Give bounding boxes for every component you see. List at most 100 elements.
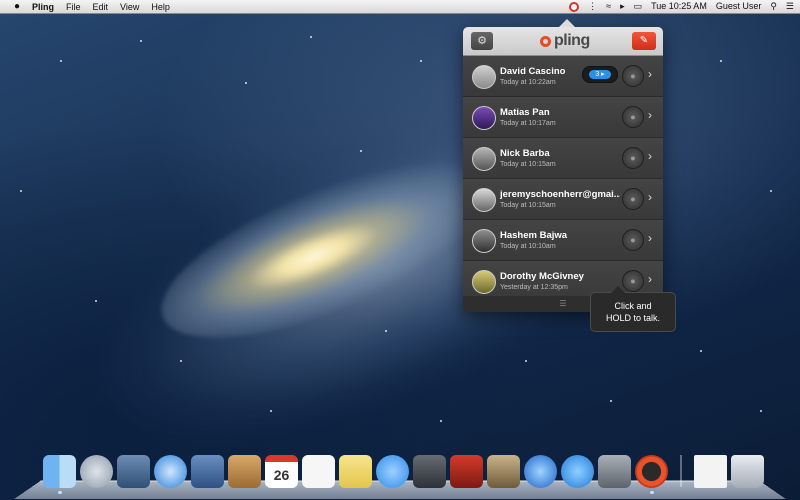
apple-menu-icon[interactable]: ● <box>10 0 24 13</box>
star <box>525 360 527 362</box>
running-indicator <box>650 491 654 494</box>
push-to-talk-button[interactable]: ● <box>622 270 644 292</box>
menu-file[interactable]: File <box>66 2 81 12</box>
bluetooth-icon[interactable]: ⋮ <box>588 0 597 13</box>
contact-row[interactable]: David Cascino Today at 10:22am 3 ▸ ● › <box>463 56 663 97</box>
dock: 26 <box>43 455 764 494</box>
star <box>440 420 442 422</box>
contact-time: Today at 10:15am <box>500 161 556 168</box>
star <box>245 82 247 84</box>
avatar <box>472 147 496 171</box>
pling-status-icon[interactable] <box>569 1 580 12</box>
contact-row[interactable]: Nick Barba Today at 10:15am ● › <box>463 138 663 179</box>
logo-text: pling <box>554 32 590 49</box>
safari-icon[interactable] <box>154 455 187 488</box>
push-to-talk-button[interactable]: ● <box>622 106 644 128</box>
spotlight-icon[interactable]: ⚲ <box>770 0 777 13</box>
system-preferences-icon[interactable] <box>598 455 631 488</box>
contact-row[interactable]: Hashem Bajwa Today at 10:10am ● › <box>463 220 663 261</box>
document-stack-icon[interactable] <box>694 455 727 488</box>
menu-view[interactable]: View <box>120 2 139 12</box>
contact-row[interactable]: jeremyschoenherr@gmai... Today at 10:15a… <box>463 179 663 220</box>
user-menu[interactable]: Guest User <box>716 0 762 13</box>
calendar-icon[interactable]: 26 <box>265 455 298 488</box>
avatar <box>472 188 496 212</box>
photo-booth-icon[interactable] <box>450 455 483 488</box>
microphone-icon: ● <box>630 276 636 286</box>
contact-time: Today at 10:10am <box>500 243 556 250</box>
unread-count-badge: 3 ▸ <box>589 70 611 79</box>
settings-button[interactable]: ⚙ <box>471 32 493 50</box>
pling-app-icon[interactable] <box>635 455 668 494</box>
push-to-talk-button[interactable]: ● <box>622 188 644 210</box>
pling-logo: pling <box>540 32 590 50</box>
gear-icon: ⚙ <box>477 35 487 47</box>
contact-time: Today at 10:15am <box>500 202 556 209</box>
app-store-icon[interactable] <box>561 455 594 488</box>
pling-panel: ⚙ pling ✎ David Cascino Today at 10:22am… <box>463 19 663 312</box>
notes-icon[interactable] <box>339 455 372 488</box>
mission-control-icon[interactable] <box>117 455 150 488</box>
menu-help[interactable]: Help <box>151 2 170 12</box>
running-indicator <box>58 491 62 494</box>
push-to-talk-button[interactable]: ● <box>622 65 644 87</box>
microphone-icon: ● <box>630 71 636 81</box>
menu-extras: ⋮ ≈ ▸ ▭ Tue 10:25 AM Guest User ⚲ ☰ <box>569 0 794 13</box>
avatar <box>472 229 496 253</box>
launchpad-icon[interactable] <box>80 455 113 488</box>
notification-center-icon[interactable]: ☰ <box>786 0 794 13</box>
unread-messages-button[interactable]: 3 ▸ <box>582 66 618 83</box>
menu-edit[interactable]: Edit <box>93 2 109 12</box>
push-to-talk-button[interactable]: ● <box>622 229 644 251</box>
mail-icon[interactable] <box>191 455 224 488</box>
messages-icon[interactable] <box>376 455 409 488</box>
iphoto-icon[interactable] <box>487 455 520 488</box>
panel-header: ⚙ pling ✎ <box>463 27 663 56</box>
contacts-icon[interactable] <box>228 455 261 488</box>
menu-app-name[interactable]: Pling <box>32 2 54 12</box>
calendar-day: 26 <box>273 467 290 483</box>
volume-icon[interactable]: ▸ <box>620 0 625 13</box>
chevron-right-icon[interactable]: › <box>648 231 652 245</box>
star <box>310 36 312 38</box>
itunes-icon[interactable] <box>524 455 557 488</box>
wifi-icon[interactable]: ≈ <box>606 0 611 13</box>
contact-time: Today at 10:22am <box>500 79 556 86</box>
contact-row[interactable]: Matias Pan Today at 10:17am ● › <box>463 97 663 138</box>
contact-name: Hashem Bajwa <box>500 230 568 241</box>
star <box>770 190 772 192</box>
star <box>700 350 702 352</box>
contact-name: Nick Barba <box>500 148 550 159</box>
chevron-right-icon[interactable]: › <box>648 149 652 163</box>
contact-name: jeremyschoenherr@gmai... <box>500 189 620 200</box>
microphone-icon: ● <box>630 112 636 122</box>
star <box>140 40 142 42</box>
avatar <box>472 65 496 89</box>
star <box>270 410 272 412</box>
tooltip-line-2: HOLD to talk. <box>605 313 661 323</box>
star <box>20 190 22 192</box>
finder-icon[interactable] <box>43 455 76 494</box>
chevron-right-icon[interactable]: › <box>648 272 652 286</box>
new-message-button[interactable]: ✎ <box>632 32 656 50</box>
push-to-talk-button[interactable]: ● <box>622 147 644 169</box>
battery-icon[interactable]: ▭ <box>634 0 643 13</box>
chevron-right-icon[interactable]: › <box>648 190 652 204</box>
clock[interactable]: Tue 10:25 AM <box>651 0 707 13</box>
star <box>720 60 722 62</box>
star <box>385 330 387 332</box>
trash-icon[interactable] <box>731 455 764 488</box>
panel-caret <box>559 19 575 27</box>
dock-divider <box>680 455 682 487</box>
reminders-icon[interactable] <box>302 455 335 488</box>
facetime-icon[interactable] <box>413 455 446 488</box>
contact-name: Matias Pan <box>500 107 550 118</box>
microphone-icon: ● <box>630 235 636 245</box>
talk-tooltip: Click and HOLD to talk. <box>590 286 676 332</box>
compose-icon: ✎ <box>639 35 649 46</box>
contact-name: Dorothy McGivney <box>500 271 584 282</box>
star <box>180 360 182 362</box>
contact-list: David Cascino Today at 10:22am 3 ▸ ● › M… <box>463 56 663 302</box>
chevron-right-icon[interactable]: › <box>648 108 652 122</box>
chevron-right-icon[interactable]: › <box>648 67 652 81</box>
